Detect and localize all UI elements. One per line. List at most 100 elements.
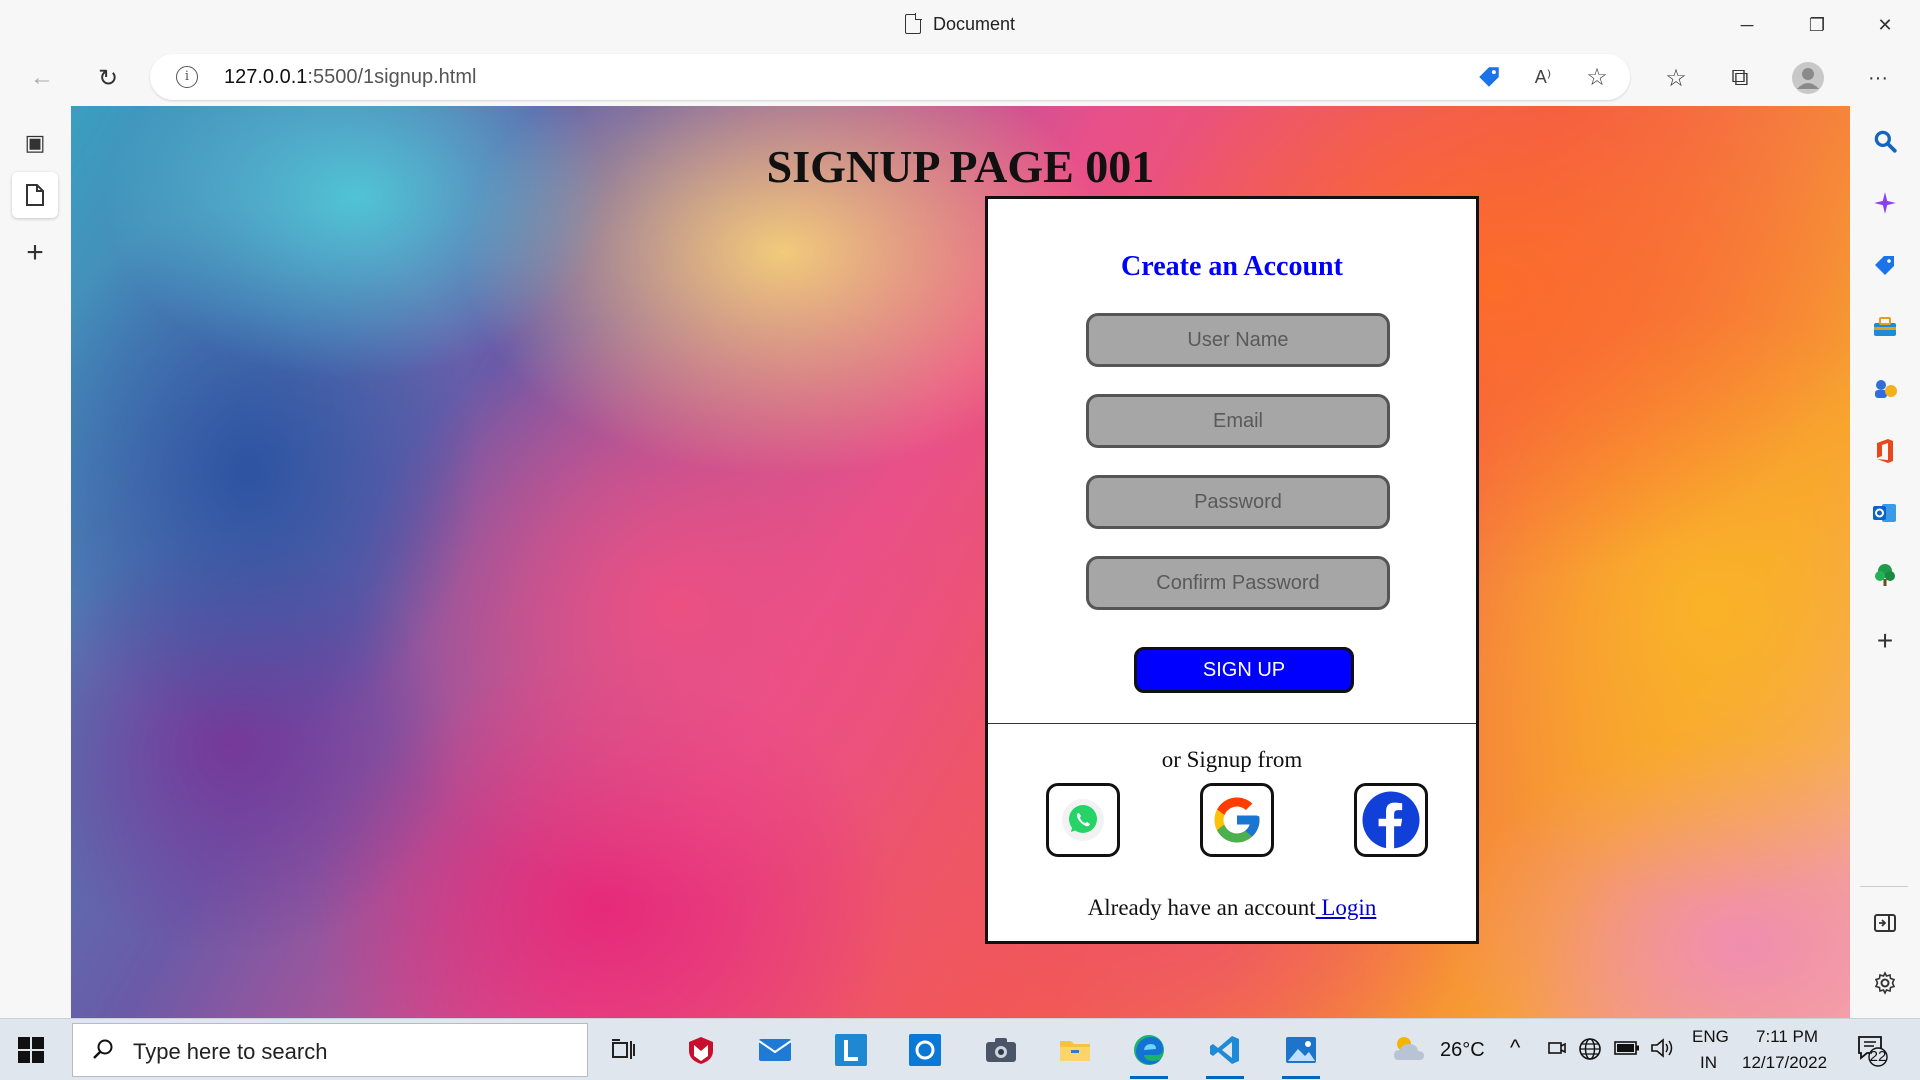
navigation-bar: ← ↻ i 127.0.0.1:5500/1signup.html A⁾ ☆ ☆… bbox=[0, 50, 1920, 106]
login-link[interactable]: Login bbox=[1316, 895, 1376, 920]
start-button[interactable] bbox=[18, 1037, 44, 1063]
email-input[interactable] bbox=[1086, 394, 1390, 448]
read-aloud-icon[interactable]: A⁾ bbox=[1528, 62, 1558, 92]
facebook-button[interactable] bbox=[1354, 783, 1428, 857]
windows-logo-q3 bbox=[18, 1051, 30, 1063]
tab-actions-icon[interactable]: ▣ bbox=[12, 120, 58, 166]
tree-icon[interactable] bbox=[1868, 558, 1902, 592]
vertical-tab-bar: ▣ + bbox=[0, 106, 70, 1018]
windows-logo-q4 bbox=[32, 1051, 44, 1063]
volume-icon[interactable] bbox=[1650, 1037, 1676, 1064]
shopping-icon[interactable] bbox=[1868, 248, 1902, 282]
edge-icon[interactable] bbox=[1124, 1027, 1174, 1079]
search-icon[interactable] bbox=[1868, 124, 1902, 158]
signup-card: Create an Account SIGN UP or Signup from bbox=[985, 196, 1479, 944]
card-heading: Create an Account bbox=[1121, 251, 1343, 282]
photos-icon[interactable] bbox=[1276, 1027, 1326, 1079]
gear-icon bbox=[1874, 971, 1896, 995]
tools-icon[interactable] bbox=[1868, 310, 1902, 344]
browser-window: Document ─ ❐ ✕ ← ↻ i 127.0.0.1:5500/1sig… bbox=[0, 0, 1920, 1080]
edge-sidebar: + bbox=[1850, 106, 1920, 1018]
weather-temp: 26°C bbox=[1440, 1039, 1485, 1061]
window-title-text: Document bbox=[932, 14, 1016, 34]
office-icon[interactable] bbox=[1868, 434, 1902, 468]
settings-icon[interactable] bbox=[1868, 966, 1902, 1000]
login-prompt: Already have an account Login bbox=[988, 895, 1476, 921]
windows-logo-q2 bbox=[32, 1037, 44, 1049]
signup-button[interactable]: SIGN UP bbox=[1134, 647, 1354, 693]
search-glyph bbox=[1874, 130, 1897, 153]
document-icon bbox=[904, 13, 922, 34]
cortana-icon[interactable] bbox=[900, 1027, 950, 1073]
l-app-icon[interactable] bbox=[826, 1027, 876, 1073]
refresh-button[interactable]: ↻ bbox=[88, 58, 128, 98]
outlook-icon[interactable] bbox=[1868, 496, 1902, 530]
url-host: 127.0.0.1 bbox=[224, 66, 308, 88]
current-tab[interactable] bbox=[12, 172, 58, 218]
notification-center-icon[interactable]: 22 bbox=[1856, 1033, 1888, 1072]
mcafee-icon[interactable] bbox=[676, 1027, 726, 1073]
address-bar[interactable]: i 127.0.0.1:5500/1signup.html A⁾ ☆ bbox=[150, 54, 1630, 100]
file-explorer-icon[interactable] bbox=[1050, 1027, 1100, 1073]
panel-icon bbox=[1874, 914, 1896, 932]
divider bbox=[988, 723, 1476, 724]
new-tab-button[interactable]: + bbox=[12, 230, 58, 276]
google-icon bbox=[1214, 797, 1260, 843]
close-button[interactable]: ✕ bbox=[1860, 8, 1910, 42]
weather-icon[interactable] bbox=[1384, 1027, 1434, 1073]
page-title: SIGNUP PAGE 001 bbox=[766, 141, 1155, 192]
outlook-glyph bbox=[1873, 504, 1896, 522]
copilot-icon[interactable] bbox=[1868, 186, 1902, 220]
games-icon[interactable] bbox=[1868, 372, 1902, 406]
title-bar: Document ─ ❐ ✕ bbox=[0, 0, 1920, 50]
tag-icon bbox=[1479, 67, 1499, 87]
url-path: :5500/1signup.html bbox=[307, 66, 477, 88]
minimize-button[interactable]: ─ bbox=[1722, 8, 1772, 42]
tray-chevron-icon[interactable]: ^ bbox=[1510, 1035, 1520, 1061]
hide-sidebar-icon[interactable] bbox=[1868, 906, 1902, 940]
password-input[interactable] bbox=[1086, 475, 1390, 529]
camera-icon[interactable] bbox=[976, 1027, 1026, 1073]
task-view-icon[interactable] bbox=[598, 1027, 648, 1073]
office-glyph bbox=[1877, 439, 1893, 463]
taskbar: Type here to search 26°C ^ ENG IN 7:11 P… bbox=[0, 1018, 1920, 1080]
search-glass-icon bbox=[91, 1038, 115, 1069]
vscode-icon[interactable] bbox=[1200, 1027, 1250, 1079]
add-favorite-icon[interactable]: ☆ bbox=[1582, 62, 1612, 92]
notification-count: 22 bbox=[1869, 1048, 1887, 1065]
meet-now-icon[interactable] bbox=[1546, 1037, 1566, 1064]
taskbar-search-placeholder: Type here to search bbox=[133, 1039, 328, 1064]
url-text[interactable]: 127.0.0.1:5500/1signup.html bbox=[224, 66, 476, 89]
taskbar-search[interactable]: Type here to search bbox=[72, 1023, 588, 1077]
toolbox-icon bbox=[1874, 317, 1896, 336]
back-button[interactable]: ← bbox=[22, 58, 62, 98]
whatsapp-button[interactable] bbox=[1046, 783, 1120, 857]
page-icon bbox=[26, 184, 44, 206]
battery-icon[interactable] bbox=[1614, 1039, 1640, 1062]
add-sidebar-button[interactable]: + bbox=[1868, 624, 1902, 658]
window-title: Document bbox=[0, 13, 1920, 35]
restore-button[interactable]: ❐ bbox=[1792, 8, 1842, 42]
collections-icon[interactable]: ⧉ bbox=[1720, 58, 1760, 98]
sidebar-divider bbox=[1860, 886, 1908, 887]
more-menu-icon[interactable]: ··· bbox=[1858, 58, 1898, 98]
facebook-icon bbox=[1362, 791, 1420, 849]
site-info-icon[interactable]: i bbox=[176, 66, 198, 88]
clock-date[interactable]: 12/17/2022 bbox=[1742, 1053, 1827, 1073]
tag-sidebar-icon bbox=[1875, 256, 1894, 275]
shopping-tag-icon[interactable] bbox=[1474, 62, 1504, 92]
avatar-icon bbox=[1792, 62, 1824, 94]
language-top[interactable]: ENG bbox=[1692, 1027, 1729, 1047]
username-input[interactable] bbox=[1086, 313, 1390, 367]
confirm-password-input[interactable] bbox=[1086, 556, 1390, 610]
windows-logo-q1 bbox=[18, 1037, 30, 1049]
google-button[interactable] bbox=[1200, 783, 1274, 857]
network-globe-icon[interactable] bbox=[1578, 1037, 1602, 1066]
or-signup-text: or Signup from bbox=[1161, 747, 1303, 772]
clock-time[interactable]: 7:11 PM bbox=[1756, 1027, 1818, 1047]
page-viewport: SIGNUP PAGE 001 Create an Account SIGN U… bbox=[71, 106, 1850, 1018]
language-bottom[interactable]: IN bbox=[1700, 1053, 1717, 1073]
favorites-icon[interactable]: ☆ bbox=[1656, 58, 1696, 98]
profile-avatar[interactable] bbox=[1788, 58, 1828, 98]
mail-icon[interactable] bbox=[750, 1027, 800, 1073]
